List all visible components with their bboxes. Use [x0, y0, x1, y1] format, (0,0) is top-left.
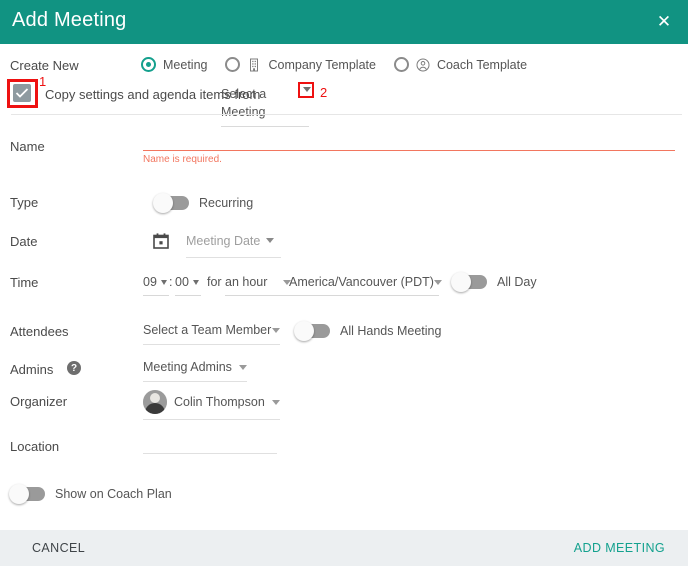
dialog-header: Add Meeting ✕	[0, 0, 688, 44]
chevron-down-icon-timezone	[433, 279, 442, 285]
chevron-down-icon-date[interactable]	[266, 238, 274, 243]
calendar-icon[interactable]	[152, 232, 170, 250]
duration-select[interactable]: an hour	[225, 275, 291, 296]
time-label: Time	[10, 275, 39, 290]
timezone-select[interactable]: America/Vancouver (PDT)	[289, 275, 442, 296]
location-label: Location	[10, 439, 60, 454]
avatar	[143, 390, 167, 414]
radio-indicator-coach-template	[393, 57, 409, 72]
duration-value: an hour	[225, 275, 268, 289]
person-circle-icon	[416, 58, 430, 71]
close-icon[interactable]: ✕	[650, 8, 678, 36]
admins-value: Meeting Admins	[143, 360, 232, 374]
radio-option-coach-template[interactable]: Coach Template	[393, 57, 528, 72]
all-hands-toggle[interactable]	[294, 321, 330, 341]
coach-plan-toggle-label: Show on Coach Plan	[55, 487, 172, 501]
all-hands-toggle-wrap: All Hands Meeting	[294, 321, 442, 341]
type-label: Type	[10, 195, 39, 210]
recurring-toggle-wrap: Recurring	[153, 193, 254, 213]
radio-indicator-company-template	[225, 57, 241, 72]
help-icon[interactable]: ?	[67, 361, 81, 375]
radio-label-meeting: Meeting	[163, 57, 208, 72]
checkmark-icon	[15, 88, 29, 98]
attendees-select[interactable]: Select a Team Member	[143, 323, 280, 345]
coach-plan-toggle[interactable]	[9, 484, 45, 504]
name-underline	[143, 150, 675, 151]
date-label: Date	[10, 234, 38, 249]
radio-indicator-meeting	[141, 57, 156, 72]
organizer-label: Organizer	[10, 394, 68, 409]
recurring-toggle-label: Recurring	[199, 196, 254, 210]
chevron-down-icon[interactable]	[303, 87, 311, 92]
time-minute-value: 00	[175, 275, 189, 289]
all-day-toggle[interactable]	[451, 272, 487, 292]
name-input[interactable]	[143, 134, 675, 150]
organizer-name: Colin Thompson	[174, 395, 265, 409]
all-day-toggle-wrap: All Day	[451, 272, 537, 292]
all-day-toggle-label: All Day	[497, 275, 537, 289]
meeting-date-value: Meeting Date	[186, 234, 261, 248]
add-meeting-dialog: Add Meeting ✕ Create New Meeting Company…	[0, 0, 688, 566]
radio-option-company-template[interactable]: Company Template	[225, 57, 376, 72]
copy-settings-checkbox[interactable]	[13, 84, 31, 102]
create-new-radio-group: Meeting Company Template Coach Template	[141, 57, 545, 72]
organizer-select[interactable]: Colin Thompson	[143, 390, 280, 420]
time-for-label: for	[207, 275, 222, 289]
copy-from-meeting-select[interactable]: Select a Meeting	[221, 85, 309, 127]
radio-option-meeting[interactable]: Meeting	[141, 57, 207, 72]
time-hour-select[interactable]: 09	[143, 275, 169, 296]
create-new-label: Create New	[10, 58, 79, 73]
location-input[interactable]	[143, 436, 277, 454]
admins-label: Admins	[10, 362, 54, 377]
chevron-down-icon-organizer	[272, 399, 280, 405]
meeting-date-select[interactable]: Meeting Date	[186, 232, 281, 258]
chevron-down-icon-admins	[239, 364, 247, 370]
chevron-down-icon-attendees	[272, 327, 280, 333]
building-icon	[250, 58, 259, 71]
annotation-number-2: 2	[320, 85, 328, 100]
admins-select[interactable]: Meeting Admins	[143, 360, 247, 382]
time-minute-select[interactable]: 00	[175, 275, 201, 296]
page-title: Add Meeting	[12, 9, 127, 31]
attendees-value: Select a Team Member	[143, 323, 272, 337]
coach-plan-toggle-wrap: Show on Coach Plan	[9, 484, 172, 504]
timezone-value: America/Vancouver (PDT)	[289, 275, 434, 289]
chevron-down-icon-hour	[160, 279, 167, 285]
radio-label-coach-template: Coach Template	[436, 57, 528, 72]
dialog-footer: CANCEL ADD MEETING	[0, 530, 688, 566]
recurring-toggle[interactable]	[153, 193, 189, 213]
cancel-button[interactable]: CANCEL	[26, 540, 91, 556]
name-error-message: Name is required.	[143, 154, 222, 165]
chevron-down-icon-minute	[192, 279, 199, 285]
attendees-label: Attendees	[10, 324, 69, 339]
time-colon: :	[169, 275, 173, 289]
radio-label-company-template: Company Template	[268, 57, 376, 72]
section-divider	[11, 114, 682, 115]
time-hour-value: 09	[143, 275, 157, 289]
all-hands-toggle-label: All Hands Meeting	[340, 324, 442, 338]
name-label: Name	[10, 139, 45, 154]
add-meeting-button[interactable]: ADD MEETING	[568, 540, 671, 556]
